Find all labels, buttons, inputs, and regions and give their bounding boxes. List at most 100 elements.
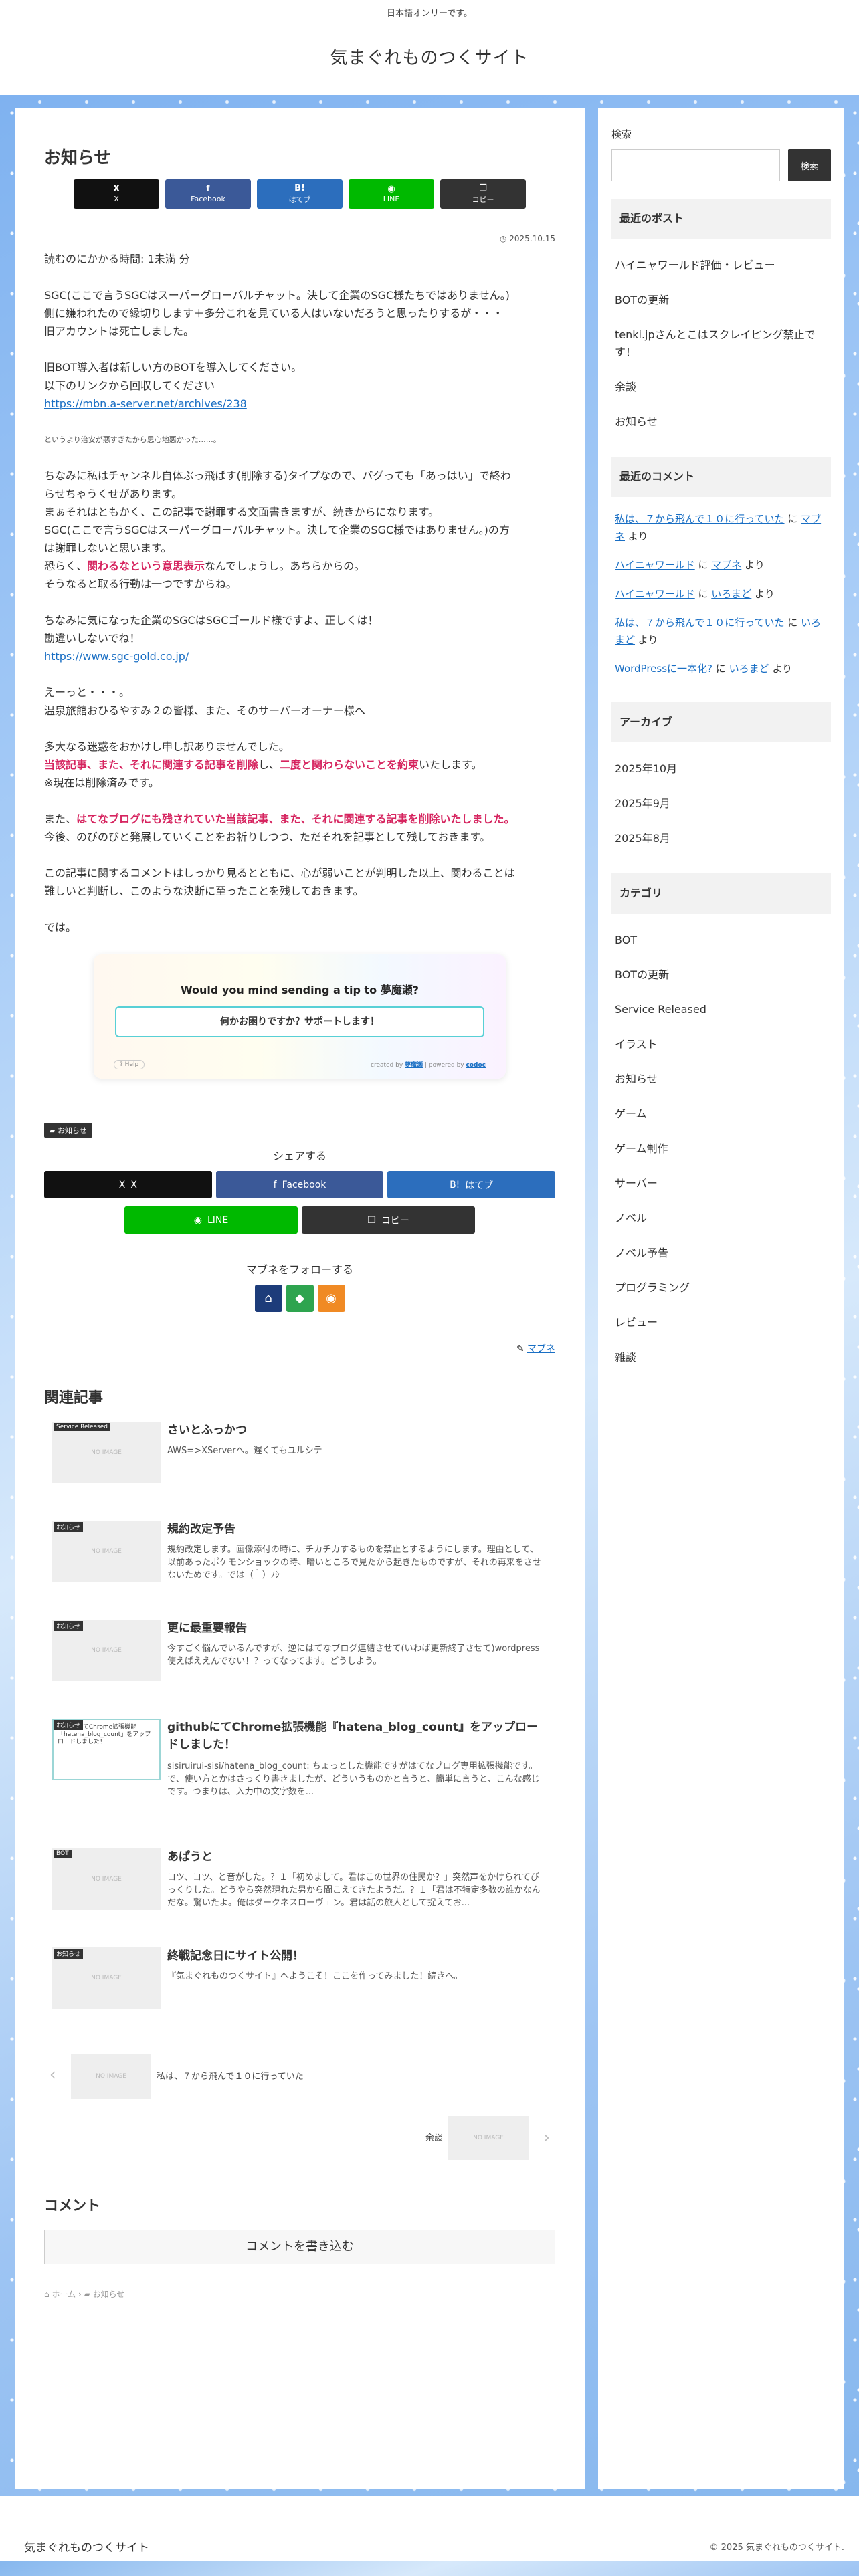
related-item[interactable]: お知らせ NO IMAGE 規約改定予告 規約改定します。画像添付の時に、チカチ… (44, 1514, 555, 1605)
category-item[interactable]: ゲーム (611, 1097, 831, 1132)
share-facebook-button[interactable]: f Facebook (215, 1171, 384, 1198)
related-category: BOT (54, 1850, 72, 1858)
related-title: githubにてChrome拡張機能『hatena_blog_count』をアッ… (167, 1721, 539, 1751)
x-icon: X (118, 1179, 126, 1190)
comment-suffix: より (745, 559, 765, 571)
breadcrumb: ⌂ ホーム › ▰ お知らせ (44, 2288, 555, 2300)
comment-post-link[interactable]: 私は、７から飛んで１０に行っていた (615, 513, 785, 525)
recent-post-item[interactable]: tenki.jpさんとこはスクレイピング禁止です！ (611, 318, 831, 370)
next-post-thumbnail: NO IMAGE (448, 2116, 529, 2160)
share-x-button[interactable]: XX (74, 179, 159, 209)
category-item[interactable]: ノベル (611, 1201, 831, 1236)
comment-post-link[interactable]: 私は、７から飛んで１０に行っていた (615, 617, 785, 629)
category-item[interactable]: Service Released (611, 992, 831, 1027)
follow-icons: ⌂ ◆ ◉ (44, 1285, 555, 1312)
share-buttons-top: XX f Facebook B! はてブ ◉ LINE ❐ コピー (44, 179, 555, 209)
share-line-button[interactable]: ◉ LINE (349, 179, 434, 209)
home-icon[interactable]: ⌂ (254, 1285, 282, 1312)
recent-posts-heading: 最近のポスト (611, 199, 831, 239)
site-title-link[interactable]: 気まぐれものつくサイト (330, 44, 529, 69)
related-item[interactable]: BOT NO IMAGE あぱうと コツ、コツ、と音がした。？１「初めまして。君… (44, 1842, 555, 1933)
related-category: お知らせ (54, 1949, 83, 1959)
archive-item[interactable]: 2025年9月 (611, 786, 831, 821)
prev-post-title: 私は、７から飛んで１０に行っていた (157, 2072, 304, 2082)
share-hatena-button[interactable]: B! はてブ (257, 179, 343, 209)
comment-sep: に (787, 513, 798, 525)
share-facebook-button[interactable]: f Facebook (165, 179, 251, 209)
related-item[interactable]: お知らせ NO IMAGE 更に最重要報告 今すごく悩んでいるんですが、逆にはて… (44, 1613, 555, 1704)
feedly-icon[interactable]: ◆ (286, 1285, 314, 1312)
x-icon: X (112, 184, 120, 194)
category-item[interactable]: ゲーム制作 (611, 1132, 831, 1166)
tip-support-button[interactable]: 何かお困りですか？サポートします！ (115, 1006, 484, 1037)
comment-post-link[interactable]: WordPressに一本化? (615, 663, 712, 675)
share-line-button[interactable]: ◉ LINE (124, 1206, 298, 1234)
related-item[interactable]: お知らせ NO IMAGE 終戦記念日にサイト公開！ 『気まぐれものつくサイト』… (44, 1941, 555, 2032)
text-line: 旧アカウントは死亡しました。 (44, 325, 195, 338)
sgc-gold-link[interactable]: https://www.sgc-gold.co.jp/ (44, 650, 189, 663)
facebook-icon: f (206, 184, 210, 194)
recent-post-item[interactable]: ハイニャワールド評価・レビュー (611, 248, 831, 283)
related-item[interactable]: Service Released NO IMAGE さいとふっかつ AWS=>X… (44, 1415, 555, 1506)
recent-post-item[interactable]: 余談 (611, 370, 831, 405)
write-comment-button[interactable]: コメントを書き込む (44, 2230, 555, 2264)
category-item[interactable]: サーバー (611, 1166, 831, 1201)
share-x-button[interactable]: XX (44, 1171, 212, 1198)
category-item[interactable]: ノベル予告 (611, 1236, 831, 1271)
recent-post-item[interactable]: BOTの更新 (611, 283, 831, 318)
related-description: 規約改定します。画像添付の時に、チカチカするものを禁止とするようにします。理由と… (167, 1545, 541, 1580)
tip-credit: created by 夢魔瀬 | powered by codoc (371, 1062, 486, 1069)
recent-comments-list: 私は、７から飛んで１０に行っていた に マブネ より ハイニャワールド に マブ… (611, 506, 831, 685)
article-body: 読むのにかかる時間: 1未満 分 SGC(ここで言うSGCはスーパーグローバルチ… (44, 250, 555, 936)
category-item[interactable]: イラスト (611, 1027, 831, 1062)
rss-icon[interactable]: ◉ (317, 1285, 345, 1312)
category-item[interactable]: 雑談 (611, 1340, 831, 1375)
paragraph: ちなみに私はチャンネル自体ぶっ飛ばす(削除する)タイプなので、バグっても「あっは… (44, 467, 555, 593)
bot-archive-link[interactable]: https://mbn.a-server.net/archives/238 (44, 397, 247, 410)
follow-heading: マブネをフォローする (246, 1263, 353, 1276)
comment-author-link[interactable]: いろまど (711, 588, 751, 600)
category-badge[interactable]: ▰ お知らせ (44, 1123, 92, 1138)
breadcrumb-home[interactable]: ホーム (52, 2290, 76, 2299)
comment-author-link[interactable]: いろまど (729, 663, 769, 675)
creator-link[interactable]: 夢魔瀬 (405, 1062, 423, 1069)
category-item[interactable]: BOTの更新 (611, 958, 831, 992)
prev-post-link[interactable]: ‹ NO IMAGE 私は、７から飛んで１０に行っていた (44, 2050, 555, 2100)
author-link[interactable]: ✎ マブネ (44, 1341, 555, 1355)
recent-post-item[interactable]: お知らせ (611, 405, 831, 439)
comment-sep: に (715, 663, 726, 675)
footer-site-title[interactable]: 気まぐれものつくサイト (24, 2538, 149, 2555)
comment-author-link[interactable]: マブネ (711, 559, 741, 571)
facebook-icon: f (273, 1179, 277, 1190)
text-line: また、 (44, 813, 77, 825)
codoc-link[interactable]: codoc (466, 1062, 486, 1069)
categories-heading: カテゴリ (611, 873, 831, 914)
search-input[interactable] (611, 149, 780, 181)
category-item[interactable]: BOT (611, 923, 831, 958)
share-buttons-bottom-row1: XX f Facebook B! はてブ (44, 1171, 556, 1198)
comment-post-link[interactable]: ハイニャワールド (615, 588, 695, 600)
paragraph: この記事に関するコメントはしっかり見るとともに、心が弱いことが判明した以上、関わ… (44, 864, 555, 900)
share-copy-button[interactable]: ❐ コピー (302, 1206, 475, 1234)
archive-item[interactable]: 2025年10月 (611, 752, 831, 786)
category-item[interactable]: レビュー (611, 1305, 831, 1340)
category-item[interactable]: プログラミング (611, 1271, 831, 1305)
category-item[interactable]: お知らせ (611, 1062, 831, 1097)
footer-copyright: © 2025 気まぐれものつくサイト. (709, 2543, 844, 2553)
share-copy-button[interactable]: ❐ コピー (440, 179, 526, 209)
next-post-link[interactable]: 余談 NO IMAGE › (44, 2113, 555, 2163)
search-button[interactable]: 検索 (787, 149, 831, 181)
folder-icon: ▰ (84, 2290, 93, 2299)
related-item[interactable]: お知らせ githubにてChrome拡張機能「hatena_blog_coun… (44, 1712, 555, 1834)
archive-item[interactable]: 2025年8月 (611, 821, 831, 856)
related-heading: 関連記事 (44, 1390, 104, 1406)
share-hatena-button[interactable]: B! はてブ (387, 1171, 556, 1198)
top-notice: 日本語オンリーです。 (387, 9, 472, 19)
tip-help-button[interactable]: ? Help (114, 1060, 145, 1069)
author-name[interactable]: マブネ (527, 1344, 555, 1354)
text-line: なんでしょうし。あちらからの。 (205, 560, 365, 572)
next-post-title: 余談 (425, 2133, 443, 2143)
breadcrumb-category[interactable]: お知らせ (93, 2290, 125, 2299)
comment-post-link[interactable]: ハイニャワールド (615, 559, 695, 571)
text-line: 側に嫌われたので縁切りします＋多分これを見ている人はいないだろうと思ったりするが… (44, 307, 504, 320)
